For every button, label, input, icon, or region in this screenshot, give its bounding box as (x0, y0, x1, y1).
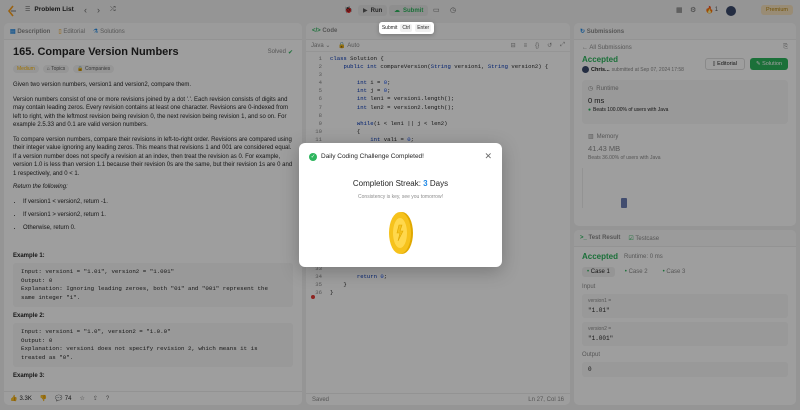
tooltip-key-ctrl: Ctrl (400, 24, 413, 32)
streak-prefix: Completion Streak: (352, 179, 424, 188)
daily-challenge-modal: ✓ Daily Coding Challenge Completed! ✕ Co… (299, 143, 502, 267)
success-check-icon: ✓ (309, 152, 317, 161)
modal-title: Daily Coding Challenge Completed! (321, 153, 424, 160)
coin-icon (388, 211, 414, 255)
tooltip-key-enter: Enter (415, 24, 432, 32)
tooltip-label: Submit (381, 25, 398, 31)
modal-subtitle: Consistency is key, see you tomorrow! (358, 194, 443, 200)
submit-tooltip: Submit Ctrl Enter (379, 22, 434, 34)
streak-suffix: Days (427, 179, 449, 188)
close-icon[interactable]: ✕ (484, 151, 492, 162)
